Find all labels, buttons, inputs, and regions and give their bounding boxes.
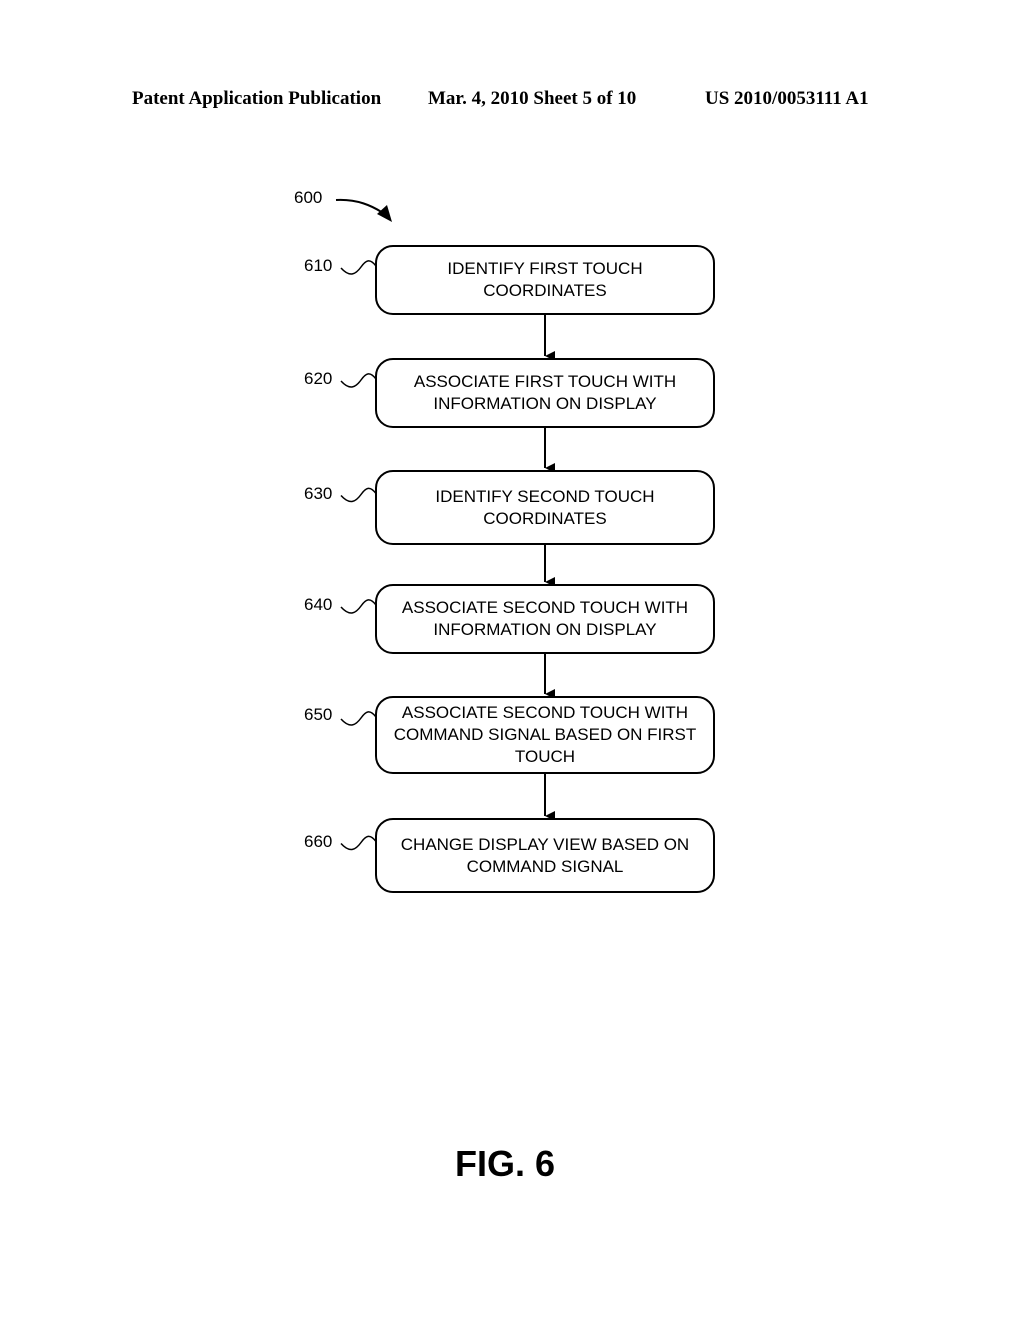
step-text: IDENTIFY FIRST TOUCH COORDINATES: [447, 259, 643, 300]
step-ref-650: 650: [304, 705, 333, 724]
leader-squiggle-640: [340, 599, 377, 614]
step-box-650: ASSOCIATE SECOND TOUCH WITH COMMAND SIGN…: [375, 696, 715, 774]
leader-squiggle-650: [340, 711, 377, 726]
step-text: ASSOCIATE SECOND TOUCH WITH INFORMATION …: [401, 598, 689, 639]
step-text: ASSOCIATE FIRST TOUCH WITH INFORMATION O…: [413, 372, 677, 413]
step-text: IDENTIFY SECOND TOUCH COORDINATES: [435, 486, 655, 528]
figure-label: FIG. 6: [454, 1143, 556, 1184]
step-ref-640: 640: [304, 595, 333, 614]
step-box-610: IDENTIFY FIRST TOUCH COORDINATES: [375, 245, 715, 315]
flowchart-connectors: [335, 198, 555, 851]
step-box-640: ASSOCIATE SECOND TOUCH WITH INFORMATION …: [375, 584, 715, 654]
leader-squiggle-630: [340, 487, 377, 503]
step-box-620: ASSOCIATE FIRST TOUCH WITH INFORMATION O…: [375, 358, 715, 428]
ref-600-arrowhead: [377, 205, 392, 222]
step-text: CHANGE DISPLAY VIEW BASED ON COMMAND SIG…: [400, 834, 690, 876]
step-ref-630: 630: [304, 483, 333, 503]
leader-squiggle-610: [340, 260, 377, 275]
step-ref-610: 610: [304, 256, 333, 275]
leader-squiggle-660: [340, 835, 377, 851]
step-text: ASSOCIATE SECOND TOUCH WITH COMMAND SIGN…: [393, 703, 697, 766]
step-ref-620: 620: [304, 369, 333, 388]
step-box-660: CHANGE DISPLAY VIEW BASED ON COMMAND SIG…: [375, 818, 715, 893]
leader-squiggle-620: [340, 373, 377, 388]
step-ref-660: 660: [304, 831, 333, 851]
step-box-630: IDENTIFY SECOND TOUCH COORDINATES: [375, 470, 715, 545]
